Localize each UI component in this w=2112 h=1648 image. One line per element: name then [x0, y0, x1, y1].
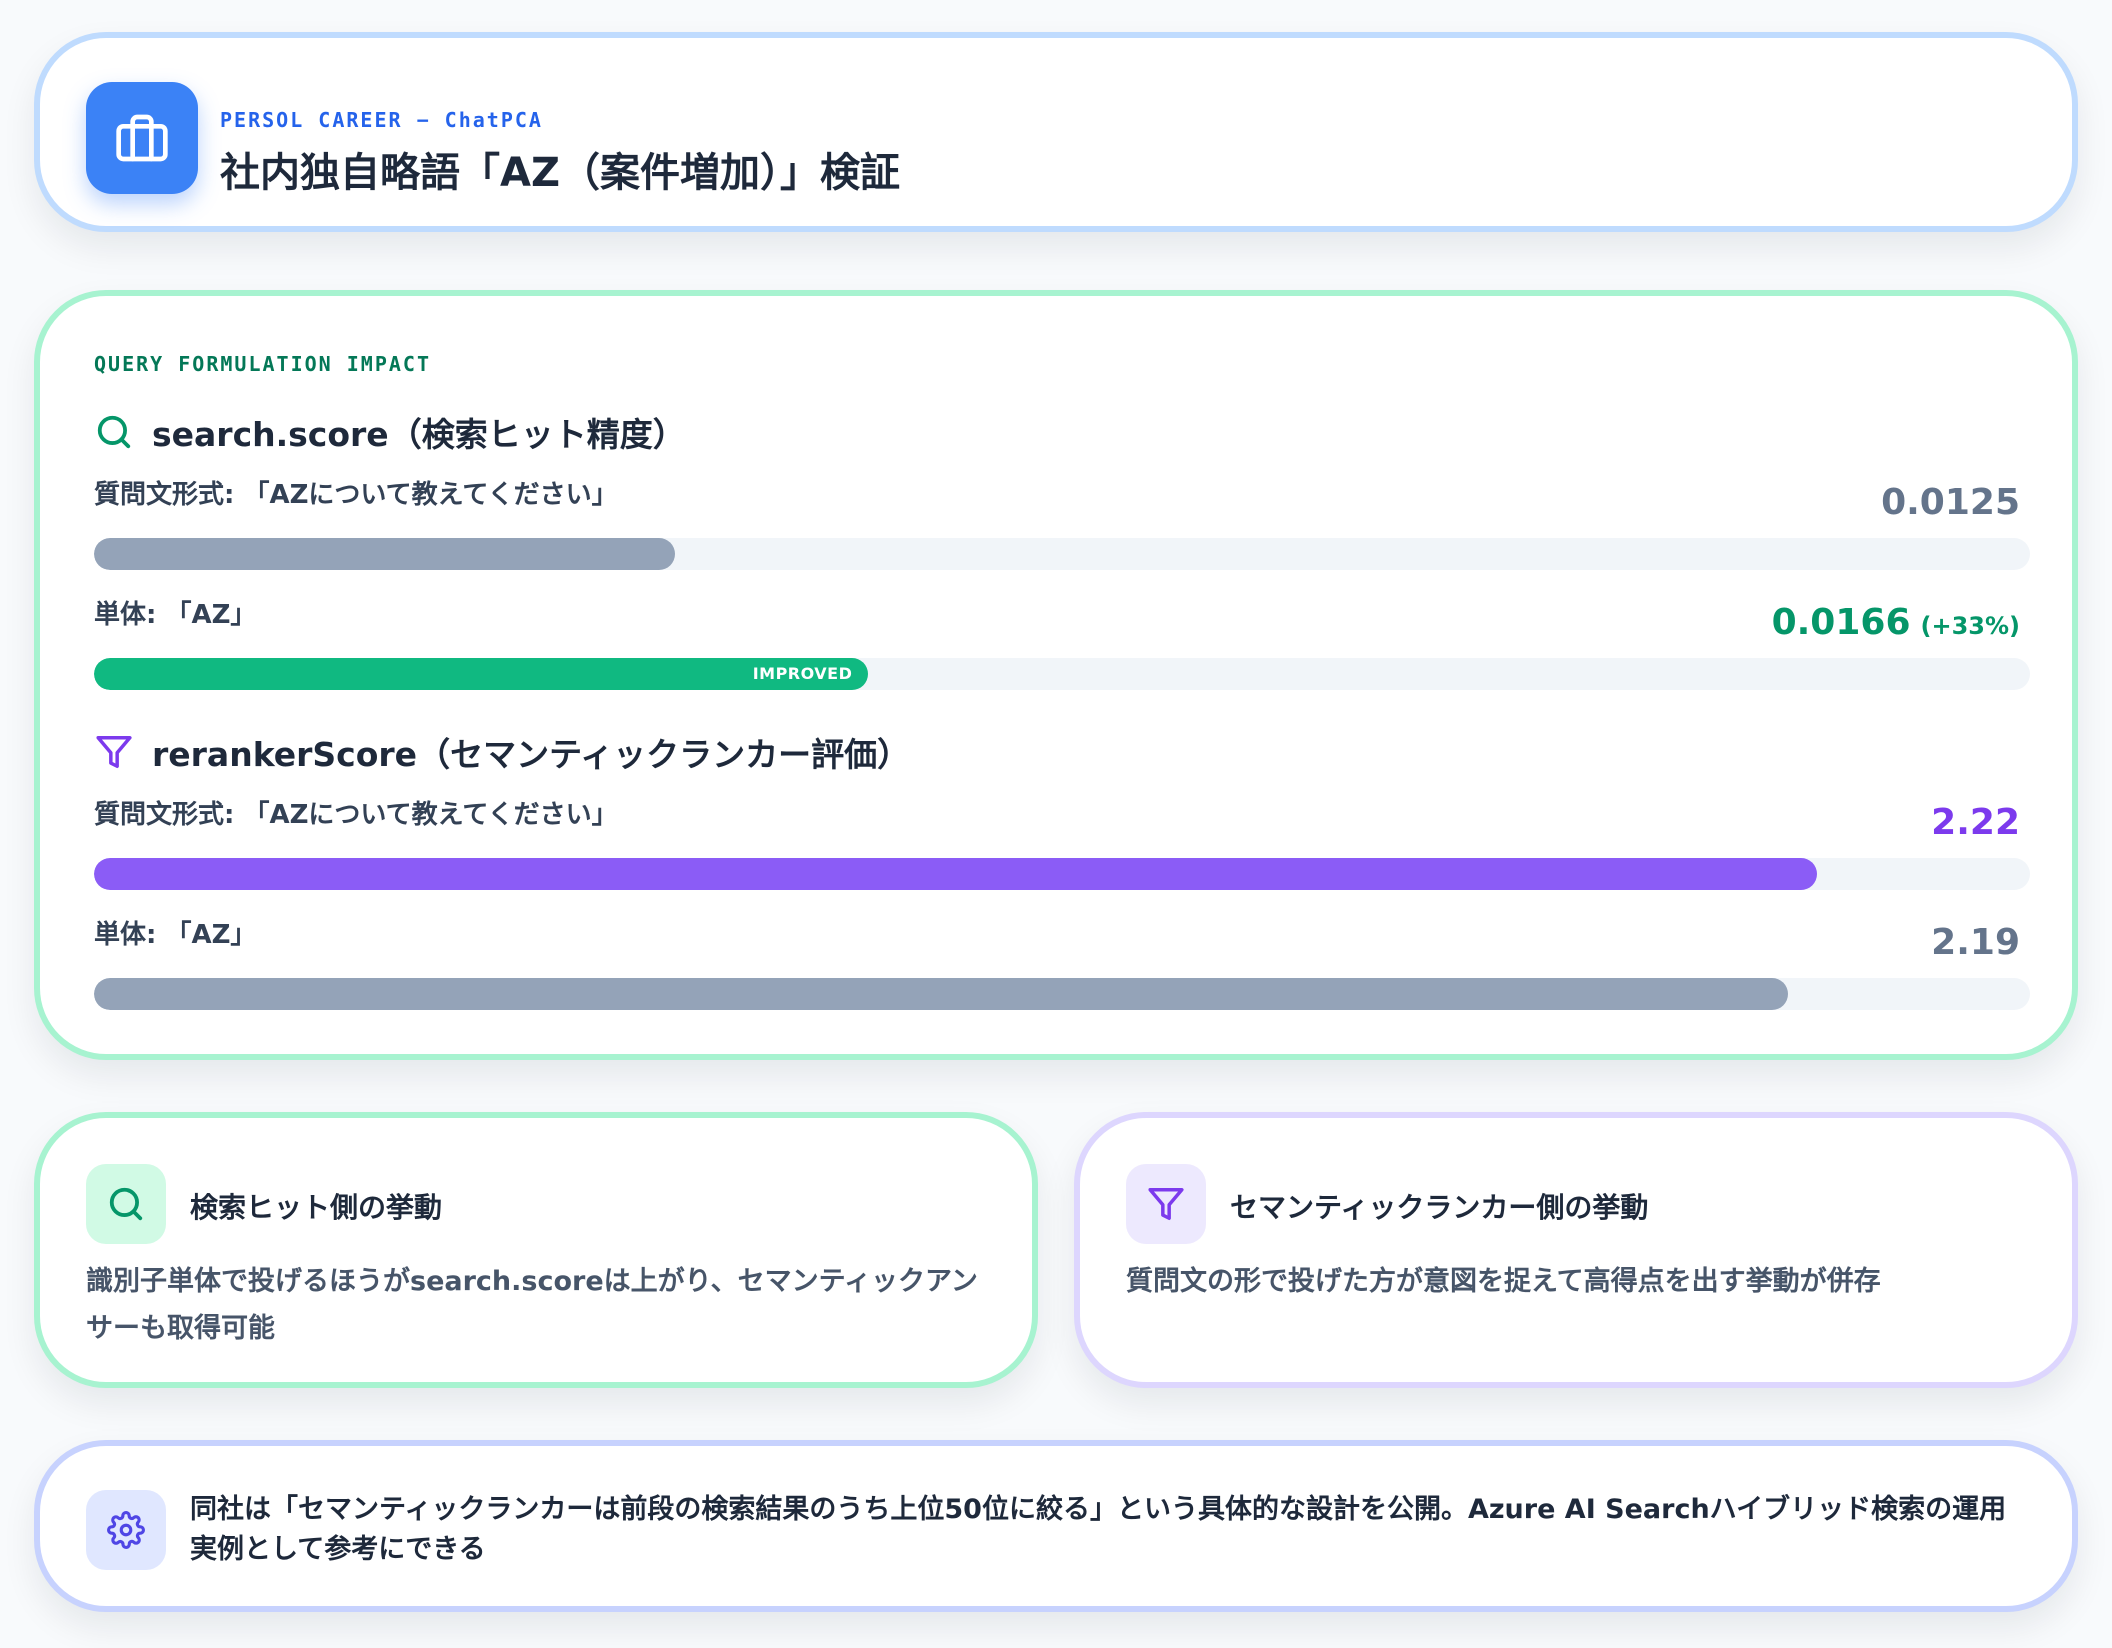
reranker-single-label: 単体: 「AZ」 — [94, 920, 257, 950]
reranker-single-bar — [94, 978, 2030, 1010]
header-card: PERSOL CAREER − ChatPCA 社内独自略語「AZ（案件増加）」… — [34, 32, 2078, 232]
search-single-bar: IMPROVED — [94, 658, 2030, 690]
search-question-value: 0.0125 — [1881, 482, 2020, 523]
reranker-score-title-text: rerankerScore（セマンティックランカー評価） — [152, 735, 911, 774]
reranker-question-value: 2.22 — [1931, 802, 2020, 843]
reranker-question-label: 質問文形式: 「AZについて教えてください」 — [94, 800, 618, 830]
search-question-bar — [94, 538, 2030, 570]
search-single-value: 0.0166 (+33%) — [1772, 602, 2020, 643]
improved-tag: IMPROVED — [752, 664, 853, 683]
search-question-label: 質問文形式: 「AZについて教えてください」 — [94, 480, 618, 510]
search-icon — [94, 412, 134, 452]
design-note-card: 同社は「セマンティックランカーは前段の検索結果のうち上位50位に絞る」という具体… — [34, 1440, 2078, 1612]
impact-eyebrow: QUERY FORMULATION IMPACT — [94, 352, 431, 376]
reranker-question-bar — [94, 858, 2030, 890]
search-single-delta: (+33%) — [1920, 612, 2021, 640]
gear-icon — [86, 1490, 166, 1570]
semantic-behavior-card: セマンティックランカー側の挙動 質問文の形で投げた方が意図を捉えて高得点を出す挙… — [1074, 1112, 2078, 1388]
filter-icon — [94, 732, 134, 772]
reranker-question-value-text: 2.22 — [1931, 802, 2020, 843]
reranker-single-value-text: 2.19 — [1931, 922, 2020, 963]
search-score-title: search.score（検索ヒット精度） — [94, 410, 686, 454]
search-question-value-text: 0.0125 — [1881, 482, 2020, 523]
reranker-score-title: rerankerScore（セマンティックランカー評価） — [94, 730, 910, 774]
search-score-title-text: search.score（検索ヒット精度） — [152, 415, 686, 454]
query-impact-card: QUERY FORMULATION IMPACT search.score（検索… — [34, 290, 2078, 1060]
search-behavior-card: 検索ヒット側の挙動 識別子単体で投げるほうがsearch.scoreは上がり、セ… — [34, 1112, 1038, 1388]
search-single-label: 単体: 「AZ」 — [94, 600, 257, 630]
reranker-single-bar-fill — [94, 978, 1788, 1010]
page-title: 社内独自略語「AZ（案件増加）」検証 — [220, 150, 900, 196]
header-eyebrow: PERSOL CAREER − ChatPCA — [220, 108, 543, 132]
search-single-bar-fill: IMPROVED — [94, 658, 869, 690]
semantic-behavior-title: セマンティックランカー側の挙動 — [1230, 1191, 1649, 1224]
search-single-value-text: 0.0166 — [1771, 602, 1911, 643]
search-behavior-title: 検索ヒット側の挙動 — [190, 1191, 443, 1224]
semantic-behavior-body: 質問文の形で投げた方が意図を捉えて高得点を出す挙動が併存 — [1126, 1266, 1881, 1297]
search-icon — [86, 1164, 166, 1244]
briefcase-icon — [86, 82, 198, 194]
reranker-question-bar-fill — [94, 858, 1818, 890]
search-question-bar-fill — [94, 538, 675, 570]
filter-icon — [1126, 1164, 1206, 1244]
design-note-text: 同社は「セマンティックランカーは前段の検索結果のうち上位50位に絞る」という具体… — [190, 1494, 2007, 1565]
search-behavior-body: 識別子単体で投げるほうがsearch.scoreは上がり、セマンティックアンサー… — [86, 1266, 978, 1344]
reranker-single-value: 2.19 — [1931, 922, 2020, 963]
